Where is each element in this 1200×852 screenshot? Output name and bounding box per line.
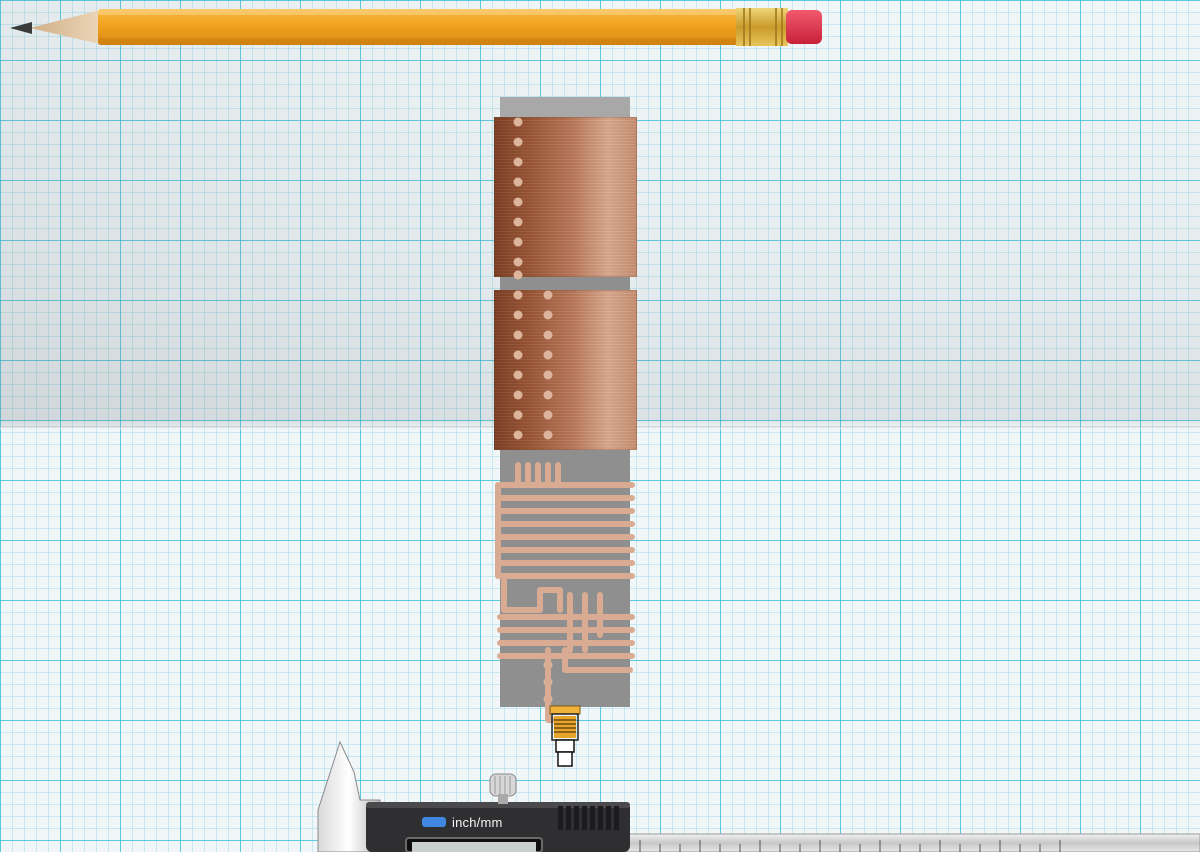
pcb-traces xyxy=(495,117,635,723)
digital-caliper-icon xyxy=(317,740,1200,852)
pencil-icon xyxy=(10,8,822,46)
pcb-module-icon xyxy=(480,90,660,780)
pencil-eraser xyxy=(786,10,822,44)
pencil-wood-tip xyxy=(30,10,100,44)
caliper-beam xyxy=(619,833,1200,852)
pencil-lead xyxy=(10,22,32,34)
caliper-thumb-wheel xyxy=(489,773,517,797)
caliper-unit-button xyxy=(422,817,446,827)
caliper-unit-label: inch/mm xyxy=(452,815,503,830)
